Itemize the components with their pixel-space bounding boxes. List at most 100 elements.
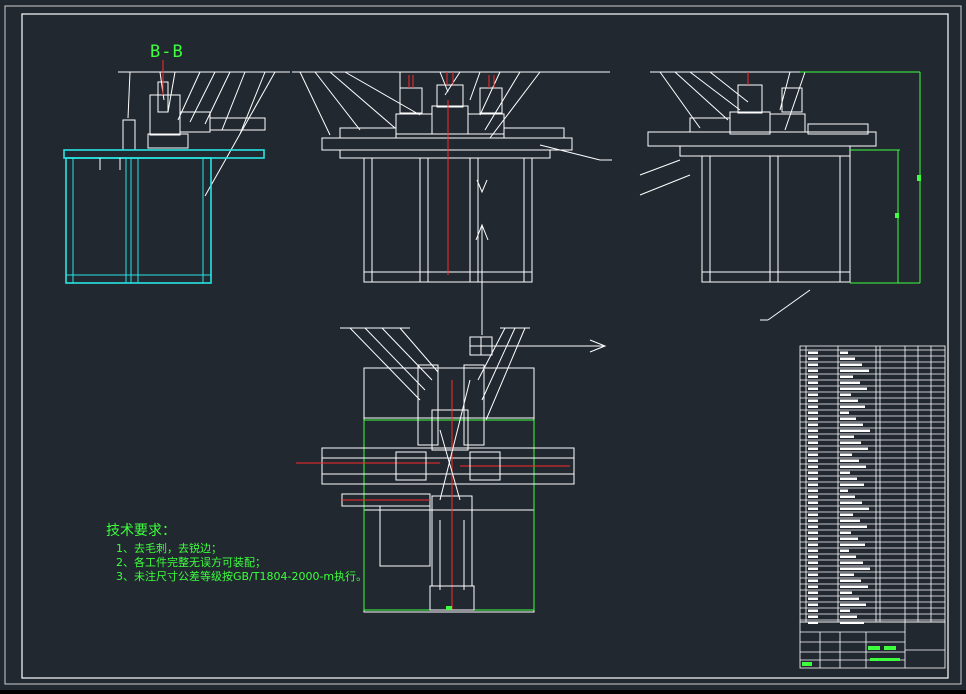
- parts-row-index: [808, 609, 818, 612]
- parts-row-index: [808, 459, 818, 462]
- parts-row-text: [840, 501, 862, 504]
- parts-row-index: [808, 525, 818, 528]
- parts-row-index: [808, 429, 818, 432]
- parts-row-text: [840, 525, 867, 528]
- parts-row-index: [808, 369, 818, 372]
- parts-row-text: [840, 495, 855, 498]
- technical-requirements: 技术要求： 1、去毛刺，去锐边； 2、各工件完整无误方可装配； 3、未注尺寸公差…: [106, 520, 367, 584]
- parts-row-text: [840, 375, 853, 378]
- parts-row-text: [840, 519, 860, 522]
- notes-title: 技术要求：: [106, 523, 176, 539]
- parts-row-text: [840, 507, 869, 510]
- notes-item: 1、去毛刺，去锐边；: [116, 542, 222, 555]
- notes-item: 2、各工件完整无误方可装配；: [116, 556, 266, 569]
- parts-row-index: [808, 435, 818, 438]
- parts-row-text: [840, 411, 849, 414]
- parts-row-index: [808, 351, 818, 354]
- parts-row-index: [808, 549, 818, 552]
- parts-row-index: [808, 591, 818, 594]
- parts-row-text: [840, 603, 866, 606]
- parts-row-text: [840, 483, 864, 486]
- notes-item: 3、未注尺寸公差等级按GB/T1804-2000-m执行。: [116, 570, 368, 583]
- parts-row-index: [808, 495, 818, 498]
- parts-row-index: [808, 471, 818, 474]
- parts-row-index: [808, 555, 818, 558]
- parts-row-index: [808, 417, 818, 420]
- parts-row-index: [808, 363, 818, 366]
- parts-row-text: [840, 441, 861, 444]
- parts-row-text: [840, 561, 863, 564]
- parts-row-index: [808, 537, 818, 540]
- parts-row-text: [840, 417, 856, 420]
- parts-row-text: [840, 567, 870, 570]
- parts-row-index: [808, 411, 818, 414]
- parts-row-index: [808, 513, 818, 516]
- parts-row-index: [808, 615, 818, 618]
- parts-row-index: [808, 573, 818, 576]
- parts-row-index: [808, 423, 818, 426]
- parts-row-index: [808, 561, 818, 564]
- parts-row-text: [840, 393, 851, 396]
- parts-row-index: [808, 465, 818, 468]
- cad-drawing-canvas[interactable]: B-B 技术要求： 1、去毛刺，去锐边； 2、各工件完整无误方可装配； 3、未注…: [0, 0, 966, 690]
- parts-row-text: [840, 615, 857, 618]
- parts-row-index: [808, 441, 818, 444]
- parts-row-index: [808, 579, 818, 582]
- parts-row-text: [840, 357, 855, 360]
- parts-row-text: [840, 555, 856, 558]
- parts-row-text: [840, 363, 862, 366]
- right-side-view: [639, 71, 921, 321]
- parts-row-index: [808, 477, 818, 480]
- parts-row-text: [840, 429, 870, 432]
- parts-row-text: [840, 609, 850, 612]
- parts-row-text: [840, 381, 860, 384]
- parts-row-index: [808, 405, 818, 408]
- parts-row-text: [840, 459, 859, 462]
- parts-row-index: [808, 567, 818, 570]
- parts-row-index: [808, 483, 818, 486]
- parts-row-index: [808, 447, 818, 450]
- parts-row-text: [840, 351, 848, 354]
- parts-row-text: [840, 591, 852, 594]
- parts-row-text: [840, 435, 854, 438]
- parts-row-index: [808, 375, 818, 378]
- parts-row-text: [840, 531, 851, 534]
- parts-row-text: [840, 387, 867, 390]
- parts-row-index: [808, 585, 818, 588]
- parts-row-text: [840, 465, 866, 468]
- parts-row-text: [840, 513, 853, 516]
- parts-row-index: [808, 507, 818, 510]
- parts-row-text: [840, 579, 861, 582]
- parts-row-index: [808, 453, 818, 456]
- parts-row-text: [840, 369, 869, 372]
- parts-row-text: [840, 537, 858, 540]
- parts-row-text: [840, 399, 858, 402]
- parts-row-index: [808, 501, 818, 504]
- parts-row-text: [840, 453, 852, 456]
- section-label-bb: B-B: [150, 42, 184, 62]
- parts-list: [799, 345, 946, 669]
- parts-row-index: [808, 399, 818, 402]
- parts-row-text: [840, 573, 854, 576]
- drawing-svg: [4, 5, 962, 685]
- parts-row-text: [840, 477, 857, 480]
- parts-row-index: [808, 381, 818, 384]
- parts-row-index: [808, 597, 818, 600]
- parts-row-index: [808, 387, 818, 390]
- front-view: [292, 71, 612, 335]
- parts-row-index: [808, 393, 818, 396]
- parts-row-text: [840, 549, 849, 552]
- parts-row-index: [808, 357, 818, 360]
- parts-row-text: [840, 423, 863, 426]
- parts-row-index: [808, 531, 818, 534]
- parts-row-text: [840, 543, 865, 546]
- parts-row-text: [840, 489, 848, 492]
- side-view-bb: [63, 60, 290, 284]
- parts-row-index: [808, 603, 818, 606]
- parts-row-text: [840, 447, 868, 450]
- parts-row-index: [808, 489, 818, 492]
- parts-row-index: [808, 543, 818, 546]
- parts-row-text: [840, 471, 850, 474]
- parts-row-text: [840, 597, 859, 600]
- parts-row-text: [840, 585, 868, 588]
